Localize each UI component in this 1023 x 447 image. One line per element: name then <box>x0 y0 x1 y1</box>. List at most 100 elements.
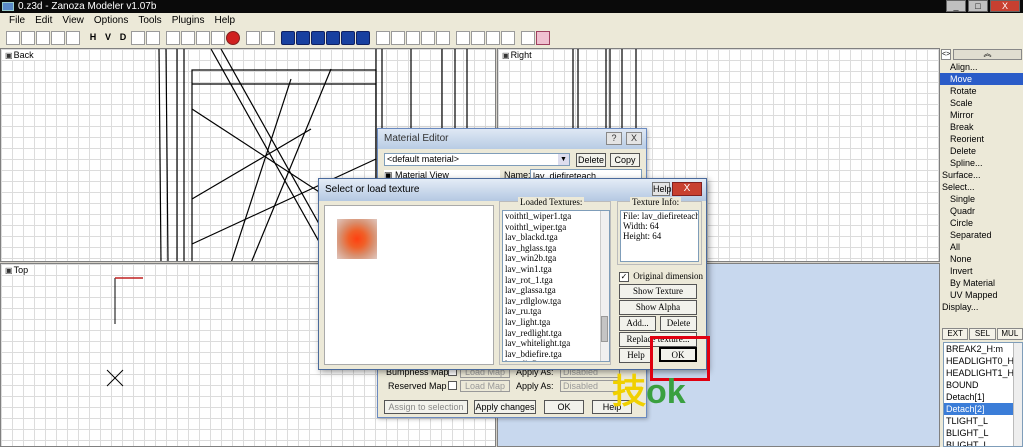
texture-list-item[interactable]: lav_hglass.tga <box>503 243 609 254</box>
cube-delete-icon[interactable] <box>211 31 225 45</box>
reserved-map-checkbox[interactable] <box>448 381 457 390</box>
texture-help-button[interactable]: Help <box>619 348 653 363</box>
menu-options[interactable]: Options <box>89 15 133 26</box>
texture-list-item[interactable]: lav_win1.tga <box>503 264 609 275</box>
edge-tool-icon[interactable] <box>146 31 160 45</box>
zoom-icon[interactable] <box>376 31 390 45</box>
reserved-apply-as-select[interactable]: Disabled <box>560 380 620 392</box>
import-icon[interactable] <box>66 31 80 45</box>
object-list-item[interactable]: BLIGHT_L <box>944 439 1022 446</box>
pan-hand-icon[interactable] <box>391 31 405 45</box>
command-item[interactable]: Select... <box>940 181 1023 193</box>
torus-primitive-icon[interactable] <box>341 31 355 45</box>
original-dimension-checkbox[interactable]: ✓ <box>619 271 629 282</box>
save-icon[interactable] <box>36 31 50 45</box>
command-item[interactable]: Separated <box>940 229 1023 241</box>
material-editor-help-button[interactable]: ? <box>606 132 622 145</box>
object-list-scrollbar[interactable] <box>1013 343 1022 446</box>
show-texture-button[interactable]: Show Texture <box>619 284 697 299</box>
object-list-item[interactable]: Detach[1] <box>944 391 1022 403</box>
material-copy-button[interactable]: Copy <box>610 153 640 167</box>
material-select[interactable]: <default material> <box>384 153 570 166</box>
menu-view[interactable]: View <box>57 15 89 26</box>
menu-plugins[interactable]: Plugins <box>167 15 210 26</box>
select-texture-help-icon[interactable]: Help <box>652 182 672 196</box>
object-list-item[interactable]: BLIGHT_L <box>944 427 1022 439</box>
weld-icon[interactable] <box>486 31 500 45</box>
command-item[interactable]: UV Mapped <box>940 289 1023 301</box>
texture-list-item[interactable]: lav_ru.tga <box>503 306 609 317</box>
new-file-icon[interactable] <box>6 31 20 45</box>
tab-sel[interactable]: SEL <box>969 328 996 340</box>
box-primitive-icon[interactable] <box>296 31 310 45</box>
texture-list-item[interactable]: lav_rot_1.tga <box>503 275 609 286</box>
command-item[interactable]: Break <box>940 121 1023 133</box>
object-list-item[interactable]: HEADLIGHT0_H <box>944 355 1022 367</box>
command-item[interactable]: Spline... <box>940 157 1023 169</box>
command-item[interactable]: Surface... <box>940 169 1023 181</box>
menu-tools[interactable]: Tools <box>133 15 166 26</box>
minimize-button[interactable]: _ <box>946 0 966 12</box>
menu-help[interactable]: Help <box>210 15 241 26</box>
render-sphere-icon[interactable] <box>226 31 240 45</box>
open-folder-icon[interactable] <box>21 31 35 45</box>
normals-icon[interactable] <box>456 31 470 45</box>
material-editor-close-button[interactable]: X <box>626 132 642 145</box>
circle-select-icon[interactable] <box>261 31 275 45</box>
close-button[interactable]: X <box>990 0 1020 12</box>
rect-select-icon[interactable] <box>246 31 260 45</box>
object-list[interactable]: BREAK2_H:m HEADLIGHT0_H HEADLIGHT1_H BOUND D… <box>943 342 1023 447</box>
camera-icon[interactable] <box>436 31 450 45</box>
zanoza-logo-icon[interactable] <box>536 31 550 45</box>
command-item[interactable]: By Material <box>940 277 1023 289</box>
texture-list-scroll-thumb[interactable] <box>601 316 608 342</box>
delete-texture-button[interactable]: Delete <box>660 316 697 331</box>
menu-edit[interactable]: Edit <box>30 15 57 26</box>
command-item[interactable]: Align... <box>940 61 1023 73</box>
texture-list-item[interactable]: voithtl_wiper.tga <box>503 222 609 233</box>
texture-list-item[interactable]: lav_rdlglow.tga <box>503 296 609 307</box>
view-h-button[interactable]: H <box>86 31 100 45</box>
command-item[interactable]: Invert <box>940 265 1023 277</box>
cone-primitive-icon[interactable] <box>326 31 340 45</box>
texture-list-item[interactable]: lav_whitelight.tga <box>503 338 609 349</box>
tube-primitive-icon[interactable] <box>356 31 370 45</box>
command-item[interactable]: Quadr <box>940 205 1023 217</box>
axis-icon[interactable] <box>501 31 515 45</box>
view-v-button[interactable]: V <box>101 31 115 45</box>
loaded-textures-list[interactable]: voithtl_wiper1.tga voithtl_wiper.tga lav_b… <box>502 210 610 362</box>
cube-copy-icon[interactable] <box>196 31 210 45</box>
vertex-tool-icon[interactable] <box>131 31 145 45</box>
object-list-item[interactable]: HEADLIGHT1_H <box>944 367 1022 379</box>
add-texture-button[interactable]: Add... <box>619 316 656 331</box>
assign-to-selection-button[interactable]: Assign to selection <box>384 400 468 414</box>
material-delete-button[interactable]: Delete <box>576 153 606 167</box>
command-item[interactable]: Single <box>940 193 1023 205</box>
apply-changes-button[interactable]: Apply changes <box>474 400 536 414</box>
texture-list-item[interactable]: lav_bdiefire.tga <box>503 349 609 360</box>
object-list-item[interactable]: Detach[2] <box>944 403 1022 415</box>
texture-list-item[interactable]: lav_light.tga <box>503 317 609 328</box>
menu-file[interactable]: File <box>4 15 30 26</box>
show-alpha-button[interactable]: Show Alpha <box>619 300 697 315</box>
panel-collapse-left-button[interactable]: <> <box>941 49 951 60</box>
texture-list-item[interactable]: lav_redlight.tga <box>503 328 609 339</box>
texture-list-item[interactable]: lav_win2b.tga <box>503 253 609 264</box>
command-item[interactable]: Delete <box>940 145 1023 157</box>
command-item[interactable]: Scale <box>940 97 1023 109</box>
command-item[interactable]: Display... <box>940 301 1023 313</box>
command-item[interactable]: Reorient <box>940 133 1023 145</box>
texture-list-item[interactable]: lav_diefire.tga <box>503 359 609 361</box>
zoom-extents-icon[interactable] <box>406 31 420 45</box>
command-item[interactable]: None <box>940 253 1023 265</box>
cube-select-icon[interactable] <box>181 31 195 45</box>
reserved-load-map-button[interactable]: Load Map <box>460 380 510 392</box>
select-texture-close-button[interactable]: X <box>672 182 702 196</box>
view-d-button[interactable]: D <box>116 31 130 45</box>
sphere-primitive-icon[interactable] <box>281 31 295 45</box>
maximize-button[interactable]: □ <box>968 0 988 12</box>
object-list-item[interactable]: BOUND <box>944 379 1022 391</box>
command-item[interactable]: All <box>940 241 1023 253</box>
cube-wire-icon[interactable] <box>166 31 180 45</box>
object-list-item[interactable]: BREAK2_H:m <box>944 343 1022 355</box>
